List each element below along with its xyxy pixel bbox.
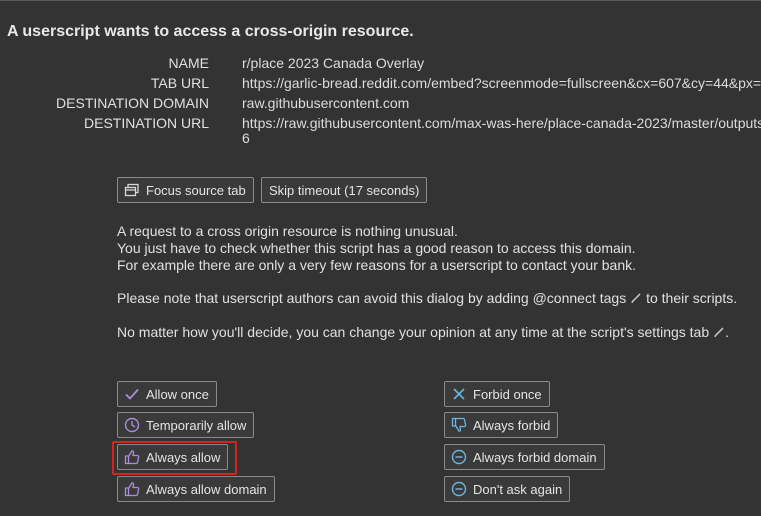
settings-tab-text: No matter how you'll decide, you can cha… [117,324,710,340]
close-icon [451,386,467,402]
pencil-icon[interactable] [713,325,725,342]
message-line-2: You just have to check whether this scri… [117,240,636,256]
pencil-icon[interactable] [630,291,642,308]
info-row-destination-domain: DESTINATION DOMAIN raw.githubusercontent… [0,93,761,113]
allow-once-button[interactable]: Allow once [117,381,217,407]
message-line-1: A request to a cross origin resource is … [117,223,458,239]
message-line-4: Please note that userscript authors can … [117,290,737,308]
allow-once-label: Allow once [146,386,209,402]
name-label: NAME [168,55,209,71]
clock-icon [124,417,140,433]
connect-tags-text: Please note that userscript authors can … [117,290,627,306]
message-line-5: No matter how you'll decide, you can cha… [117,324,729,342]
window-icon [124,182,140,198]
focus-source-tab-label: Focus source tab [146,182,246,198]
check-icon [124,386,140,402]
settings-tab-tail: . [725,324,730,340]
minus-circle-icon [451,449,467,465]
tab-url-value: https://garlic-bread.reddit.com/embed?sc… [242,75,761,91]
name-value: r/place 2023 Canada Overlay [242,55,425,71]
dialog-title: A userscript wants to access a cross-ori… [7,23,414,40]
info-table: NAME r/place 2023 Canada Overlay TAB URL… [0,53,761,133]
permission-dialog: A userscript wants to access a cross-ori… [0,0,761,516]
always-forbid-domain-button[interactable]: Always forbid domain [444,444,605,470]
temporarily-allow-label: Temporarily allow [146,417,247,433]
dont-ask-again-label: Don't ask again [473,481,563,497]
focus-source-tab-button[interactable]: Focus source tab [117,177,254,203]
forbid-once-label: Forbid once [473,386,542,402]
always-allow-domain-button[interactable]: Always allow domain [117,476,275,502]
dont-ask-again-button[interactable]: Don't ask again [444,476,571,502]
tab-url-label: TAB URL [150,75,209,91]
selection-highlight [112,441,237,475]
destination-url-continuation: 6 [242,130,250,146]
minus-circle-icon [451,481,467,497]
always-forbid-button[interactable]: Always forbid [444,412,559,438]
destination-url-value: https://raw.githubusercontent.com/max-wa… [242,115,761,131]
message-line-3: For example there are only a very few re… [117,257,637,273]
forbid-once-button[interactable]: Forbid once [444,381,550,407]
always-allow-domain-label: Always allow domain [146,481,267,497]
thumbs-up-icon [124,481,140,497]
skip-timeout-label: Skip timeout (17 seconds) [269,182,420,198]
destination-url-label: DESTINATION URL [84,115,209,131]
info-row-name: NAME r/place 2023 Canada Overlay [0,53,761,73]
connect-tags-tail: to their scripts. [642,290,738,306]
always-forbid-label: Always forbid [473,417,551,433]
destination-domain-value: raw.githubusercontent.com [242,95,410,111]
skip-timeout-button[interactable]: Skip timeout (17 seconds) [261,177,428,203]
info-row-tab-url: TAB URL https://garlic-bread.reddit.com/… [0,73,761,93]
thumbs-down-icon [451,417,467,433]
info-row-destination-url: DESTINATION URL https://raw.githubuserco… [0,113,761,133]
temporarily-allow-button[interactable]: Temporarily allow [117,412,255,438]
destination-domain-label: DESTINATION DOMAIN [56,95,209,111]
always-forbid-domain-label: Always forbid domain [473,449,597,465]
